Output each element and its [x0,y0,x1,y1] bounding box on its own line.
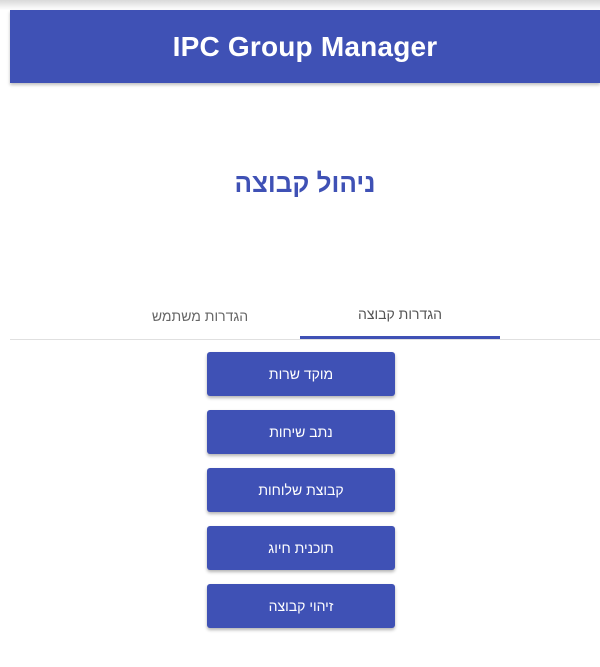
app-bar: IPC Group Manager [10,10,600,83]
tab-group-settings[interactable]: הגדרות קבוצה [300,292,500,339]
page-title: ניהול קבוצה [234,168,376,198]
extension-group-button[interactable]: קבוצת שלוחות [207,468,395,512]
dial-plan-button[interactable]: תוכנית חיוג [207,526,395,570]
app-title: IPC Group Manager [172,30,438,62]
call-router-button[interactable]: נתב שיחות [207,410,395,454]
service-center-button[interactable]: מוקד שרות [207,352,395,396]
group-id-button[interactable]: זיהוי קבוצה [207,584,395,628]
tab-user-settings[interactable]: הגדרות משתמש [100,292,300,339]
window-top-shadow [0,0,600,10]
settings-tabs: הגדרות קבוצה הגדרות משתמש [10,292,600,340]
group-actions: מוקד שרות נתב שיחות קבוצת שלוחות תוכנית … [207,352,395,642]
